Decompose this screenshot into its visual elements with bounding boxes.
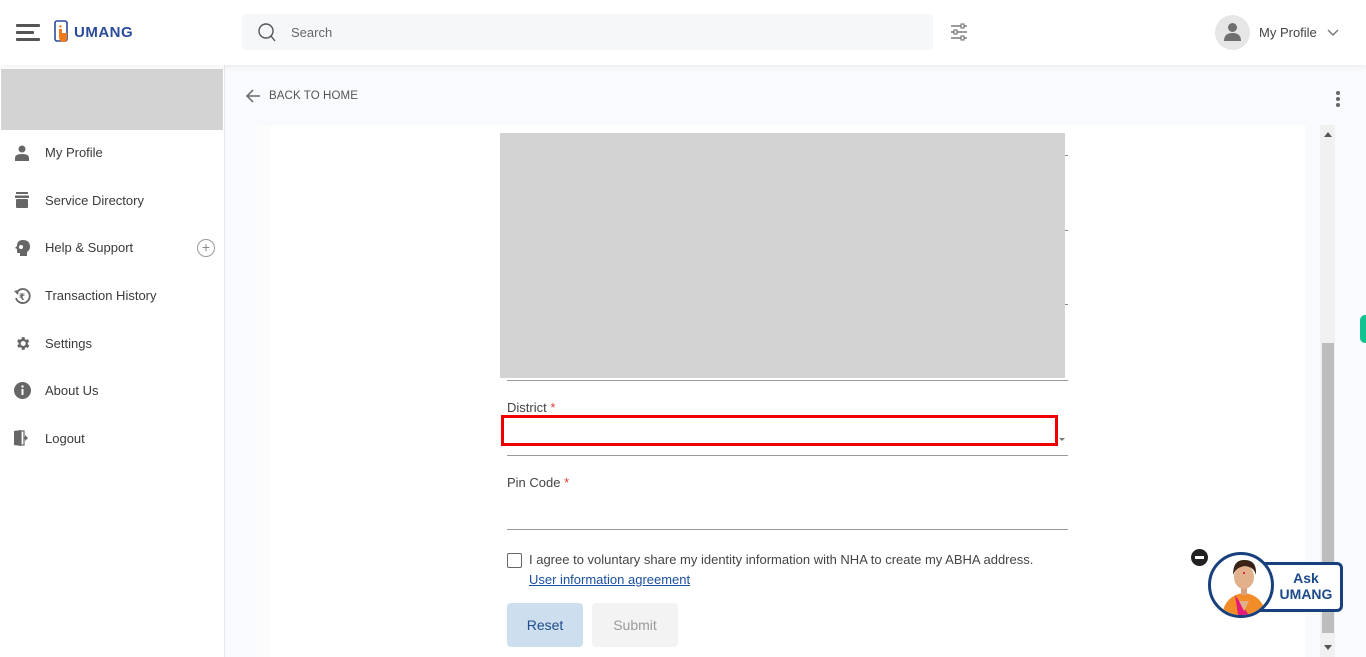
assistant-avatar [1208, 552, 1274, 618]
sidebar-item-label: Transaction History [45, 288, 157, 304]
umang-logo[interactable]: UMANG [54, 20, 133, 44]
pincode-label-text: Pin Code [507, 475, 561, 490]
info-icon [13, 382, 31, 400]
sidebar-item-label: Service Directory [45, 192, 144, 208]
required-asterisk: * [564, 475, 570, 490]
umang-logo-icon [54, 20, 68, 42]
profile-menu[interactable]: My Profile [1215, 15, 1339, 50]
sidebar-nav: My Profile Service Directory Help & Supp… [0, 129, 224, 462]
user-icon [1224, 23, 1241, 41]
logout-icon [13, 429, 31, 447]
app-name: UMANG [74, 23, 134, 41]
svg-text:₹: ₹ [19, 293, 25, 303]
sidebar: My Profile Service Directory Help & Supp… [0, 65, 225, 657]
district-label: District * [507, 400, 555, 415]
top-header: UMANG My Profile [0, 0, 1366, 65]
field-underline-fragment [1065, 304, 1068, 305]
search-icon [258, 23, 276, 42]
chevron-down-icon [1327, 29, 1339, 36]
dropdown-caret-icon [1059, 438, 1065, 441]
search-bar[interactable] [242, 14, 933, 50]
ask-umang-line2: UMANG [1279, 586, 1333, 602]
ask-umang-widget[interactable]: Ask UMANG [1190, 542, 1350, 622]
field-underline [507, 380, 1068, 381]
district-label-text: District [507, 400, 547, 415]
redacted-form-fields [500, 133, 1065, 378]
district-underline [507, 455, 1068, 456]
back-to-home-label: BACK TO HOME [269, 90, 358, 102]
sidebar-item-label: Settings [45, 335, 92, 351]
user-icon [13, 144, 31, 162]
pincode-label: Pin Code * [507, 475, 569, 490]
sidebar-item-logout[interactable]: Logout [0, 415, 224, 463]
sidebar-item-help-support[interactable]: Help & Support + [0, 224, 224, 272]
hamburger-menu-icon[interactable] [16, 24, 40, 42]
user-information-agreement-link[interactable]: User information agreement [529, 572, 690, 587]
sidebar-banner-placeholder [1, 69, 223, 130]
avatar [1215, 15, 1250, 50]
more-options-icon[interactable] [1335, 91, 1341, 107]
sidebar-item-my-profile[interactable]: My Profile [0, 129, 224, 177]
pincode-underline [507, 529, 1068, 530]
profile-label: My Profile [1259, 25, 1317, 40]
reset-button[interactable]: Reset [507, 603, 583, 647]
feedback-side-tab[interactable] [1360, 315, 1366, 343]
district-select[interactable] [501, 415, 1058, 446]
sidebar-item-label: Logout [45, 430, 85, 446]
pincode-input[interactable] [507, 497, 1068, 527]
search-input[interactable] [291, 24, 891, 40]
consent-checkbox[interactable] [507, 553, 522, 568]
sidebar-item-settings[interactable]: Settings [0, 319, 224, 367]
field-underline-fragment [1065, 155, 1068, 156]
support-icon [13, 239, 31, 257]
back-to-home-link[interactable]: BACK TO HOME [245, 88, 358, 104]
sidebar-item-label: About Us [45, 383, 99, 399]
sidebar-item-service-directory[interactable]: Service Directory [0, 177, 224, 225]
close-widget-icon[interactable] [1191, 549, 1208, 566]
archive-icon [13, 191, 31, 209]
sidebar-item-transaction-history[interactable]: ₹ Transaction History [0, 272, 224, 320]
filter-sliders-icon[interactable] [949, 22, 969, 42]
gear-icon [13, 334, 31, 352]
expand-plus-icon[interactable]: + [197, 238, 215, 257]
arrow-left-icon [245, 89, 260, 103]
sidebar-item-label: Help & Support [45, 240, 134, 256]
required-asterisk: * [550, 400, 556, 415]
scroll-up-arrow-icon[interactable] [1324, 132, 1332, 137]
submit-button[interactable]: Submit [592, 603, 678, 647]
consent-text: I agree to voluntary share my identity i… [529, 552, 1034, 567]
ask-umang-line1: Ask [1293, 570, 1319, 586]
sidebar-item-label: My Profile [45, 145, 103, 161]
rupee-history-icon: ₹ [13, 287, 31, 305]
field-underline-fragment [1065, 230, 1068, 231]
scroll-down-arrow-icon[interactable] [1324, 645, 1332, 650]
sidebar-item-about-us[interactable]: About Us [0, 367, 224, 415]
ask-umang-label: Ask UMANG [1271, 570, 1341, 602]
